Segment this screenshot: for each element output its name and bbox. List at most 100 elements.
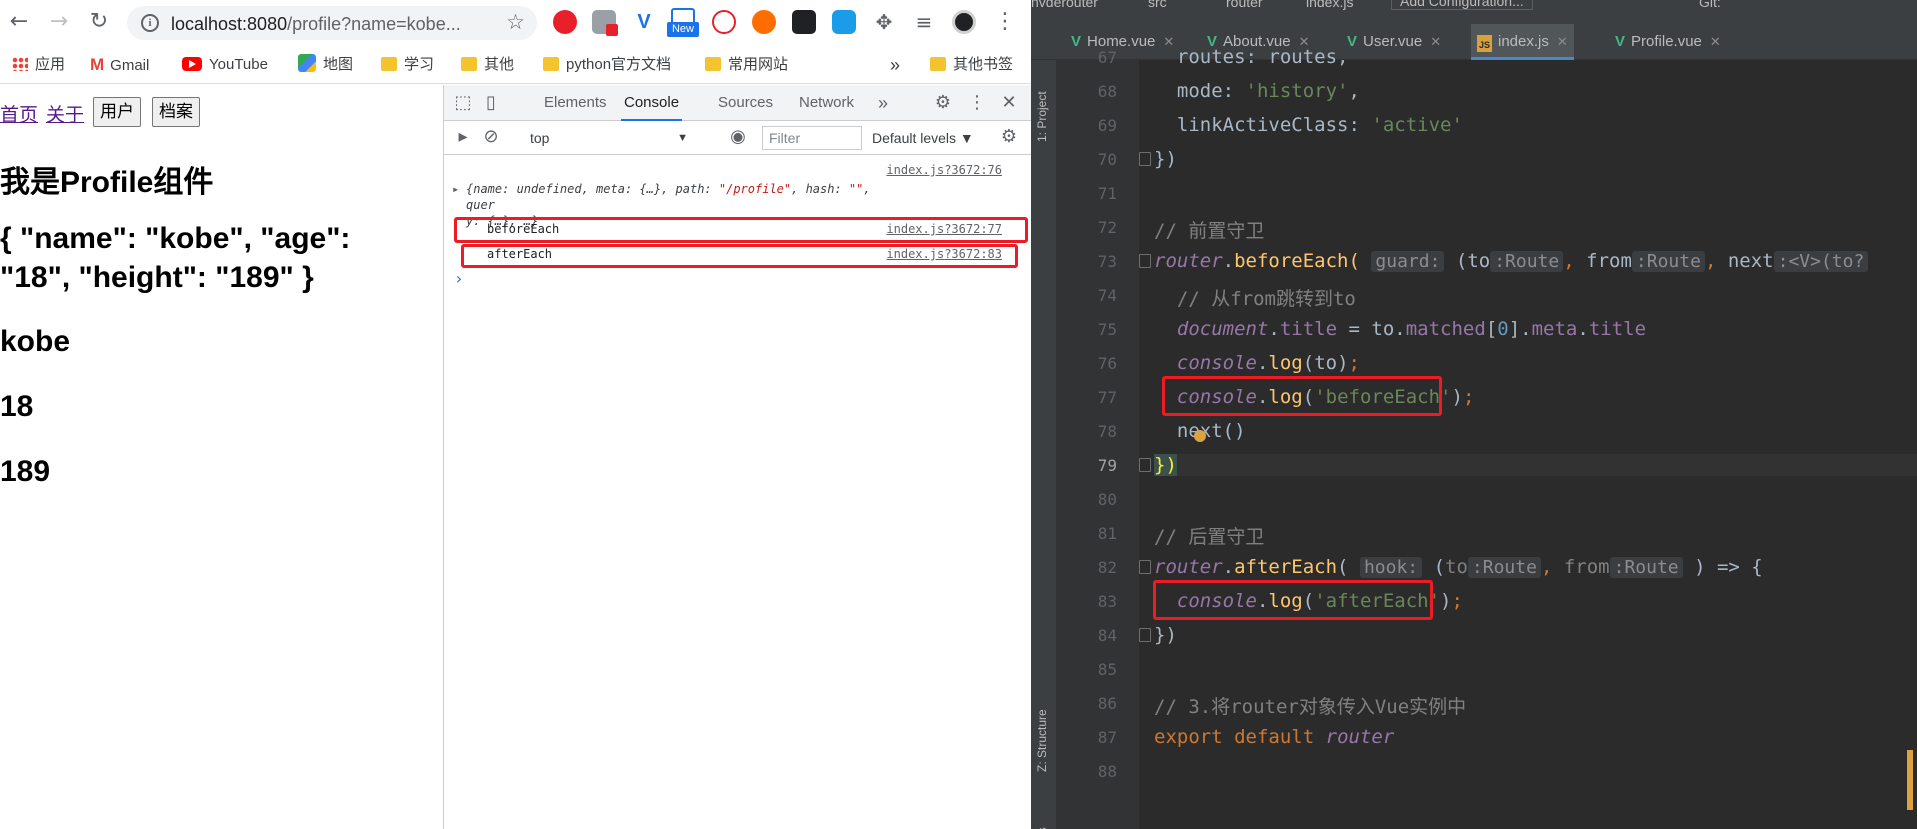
code-property: matched <box>1405 318 1486 340</box>
cat-extension-icon[interactable] <box>792 10 816 34</box>
code-line-68[interactable]: mode: 'history', <box>1154 80 1917 102</box>
bookmark-folder-study[interactable]: 学习 <box>381 54 434 76</box>
code-identifier: router <box>1325 726 1395 748</box>
code-line-78[interactable]: next() <box>1154 420 1917 442</box>
adblock-extension-icon[interactable] <box>553 10 577 34</box>
vuetools-extension-icon[interactable]: V <box>632 10 656 34</box>
bookmark-youtube[interactable]: YouTube <box>182 54 268 76</box>
bookmark-folder-other[interactable]: 其他 <box>461 54 514 76</box>
code-line-72[interactable]: // 前置守卫 <box>1154 216 1917 243</box>
console-prompt[interactable]: › <box>454 269 1031 288</box>
new-extension-icon[interactable]: New <box>667 8 699 38</box>
code-line-81[interactable]: // 后置守卫 <box>1154 522 1917 549</box>
sidebar-toggle-icon[interactable]: ▸ <box>452 127 474 147</box>
breadcrumb-project[interactable]: nvderouter <box>1031 0 1098 10</box>
object-path-value: "/profile" <box>718 182 792 196</box>
code-line-87[interactable]: export default router <box>1154 726 1917 748</box>
forward-icon[interactable]: → <box>46 9 72 35</box>
profile-avatar[interactable] <box>952 10 976 34</box>
breadcrumb-src[interactable]: src <box>1148 0 1167 10</box>
code-line-70[interactable]: }) <box>1154 148 1917 170</box>
code-line-84[interactable]: }) <box>1154 624 1917 646</box>
log-levels-dropdown[interactable]: Default levels ▼ <box>872 127 974 149</box>
bookmark-folder-other-bookmarks[interactable]: 其他书签 <box>930 54 1013 76</box>
scrollbar-marks[interactable] <box>1907 750 1913 810</box>
breadcrumb-router[interactable]: router <box>1226 0 1263 10</box>
code-line-69[interactable]: linkActiveClass: 'active' <box>1154 114 1917 136</box>
youtube-icon <box>182 57 202 71</box>
context-selector[interactable]: top ▼ <box>530 127 692 149</box>
extension-badge-icon <box>606 24 618 36</box>
bookmark-gmail[interactable]: M Gmail <box>90 54 149 76</box>
project-tool-button[interactable]: 1: Project <box>1035 91 1049 142</box>
device-toolbar-icon[interactable]: ▯ <box>480 93 502 113</box>
chrome-menu-icon[interactable]: ⋮ <box>992 9 1018 35</box>
infinity-extension-icon[interactable] <box>752 10 776 34</box>
close-devtools-icon[interactable]: ✕ <box>998 93 1020 113</box>
bookmarks-overflow-button[interactable]: » <box>890 54 900 76</box>
bookmark-apps[interactable]: 应用 <box>12 54 65 76</box>
kebab-menu-icon[interactable]: ⋮ <box>966 93 988 113</box>
hexagon-extension-icon[interactable] <box>832 10 856 34</box>
code-line-67[interactable]: routes: routes, <box>1154 46 1917 68</box>
code-line-74[interactable]: // 从from跳转到to <box>1154 284 1917 311</box>
profile-button[interactable]: 档案 <box>152 97 200 127</box>
fold-marker-icon[interactable] <box>1139 254 1151 268</box>
bookmark-star-icon[interactable]: ☆ <box>506 10 525 34</box>
console-log-route-object[interactable]: index.js?3672:76 ▸ {name: undefined, meta… <box>444 163 1031 228</box>
code-identifier: document <box>1176 318 1269 340</box>
add-configuration-button[interactable]: Add Configuration... <box>1391 0 1533 10</box>
tab-console[interactable]: Console <box>621 85 683 121</box>
code-line-73[interactable]: router.beforeEach( guard: (to:Route, fro… <box>1154 250 1917 272</box>
bookmark-study-label: 学习 <box>404 56 435 73</box>
site-info-icon[interactable]: i <box>141 14 159 32</box>
line-gutter <box>1057 60 1139 829</box>
eye-icon[interactable]: ◉ <box>727 127 749 147</box>
fold-marker-icon[interactable] <box>1139 152 1151 166</box>
nav-link-about[interactable]: 关于 <box>46 100 84 127</box>
bookmark-maps[interactable]: 地图 <box>298 54 353 76</box>
code-line-86[interactable]: // 3.将router对象传入Vue实例中 <box>1154 692 1917 719</box>
tab-sources[interactable]: Sources <box>718 85 773 121</box>
back-icon[interactable]: ← <box>6 9 32 35</box>
bookmark-apps-label: 应用 <box>35 56 66 73</box>
nav-link-home[interactable]: 首页 <box>0 100 38 127</box>
bookmark-other-label: 其他 <box>484 56 515 73</box>
code-line-79[interactable]: }) <box>1154 454 1917 476</box>
user-button[interactable]: 用户 <box>93 97 141 127</box>
tab-network[interactable]: Network <box>799 85 854 121</box>
clear-console-icon[interactable]: ⊘ <box>480 127 502 147</box>
code-line-82[interactable]: router.afterEach( hook: (to:Route, from:… <box>1154 556 1917 578</box>
url-text[interactable]: localhost:8080/profile?name=kobe... <box>171 14 461 35</box>
bookmark-folder-common[interactable]: 常用网站 <box>705 54 788 76</box>
log-source-link[interactable]: index.js?3672:76 <box>886 163 1002 177</box>
puzzle-extensions-icon[interactable]: ✥ <box>872 10 896 34</box>
reload-icon[interactable]: ↻ <box>86 9 112 35</box>
fold-marker-icon[interactable] <box>1139 560 1151 574</box>
height-value: 189 <box>0 455 51 488</box>
annotation-box-afterEach-code <box>1153 580 1433 620</box>
line-number: 77 <box>1097 388 1117 407</box>
code-line-76[interactable]: console.log(to); <box>1154 352 1917 374</box>
fold-marker-icon[interactable] <box>1139 628 1151 642</box>
query-json-line2: "18", "height": "189" } <box>0 261 314 294</box>
more-tabs-button[interactable]: » <box>878 85 888 121</box>
console-settings-icon[interactable]: ⚙ <box>998 127 1020 147</box>
code-property: title <box>1279 318 1338 340</box>
code-key: mode <box>1176 80 1223 102</box>
expand-triangle-icon[interactable]: ▸ <box>452 181 459 197</box>
record-extension-icon[interactable] <box>712 10 736 34</box>
media-controls-icon[interactable]: ≡ <box>912 10 936 34</box>
bookmark-folder-python[interactable]: python官方文档 <box>543 54 671 76</box>
code-line-75[interactable]: document.title = to.matched[0].meta.titl… <box>1154 318 1917 340</box>
inspect-element-icon[interactable]: ⬚ <box>452 93 474 113</box>
console-filter-input[interactable]: Filter <box>762 126 862 150</box>
address-bar[interactable]: i localhost:8080/profile?name=kobe... ☆ <box>127 6 537 40</box>
tab-elements[interactable]: Elements <box>544 85 607 121</box>
lightbulb-icon[interactable] <box>1194 430 1206 442</box>
line-number: 86 <box>1097 694 1117 713</box>
settings-gear-icon[interactable]: ⚙ <box>932 93 954 113</box>
fold-marker-icon[interactable] <box>1139 458 1151 472</box>
breadcrumb-file[interactable]: index.js <box>1306 0 1353 10</box>
structure-tool-button[interactable]: Z: Structure <box>1035 709 1049 772</box>
